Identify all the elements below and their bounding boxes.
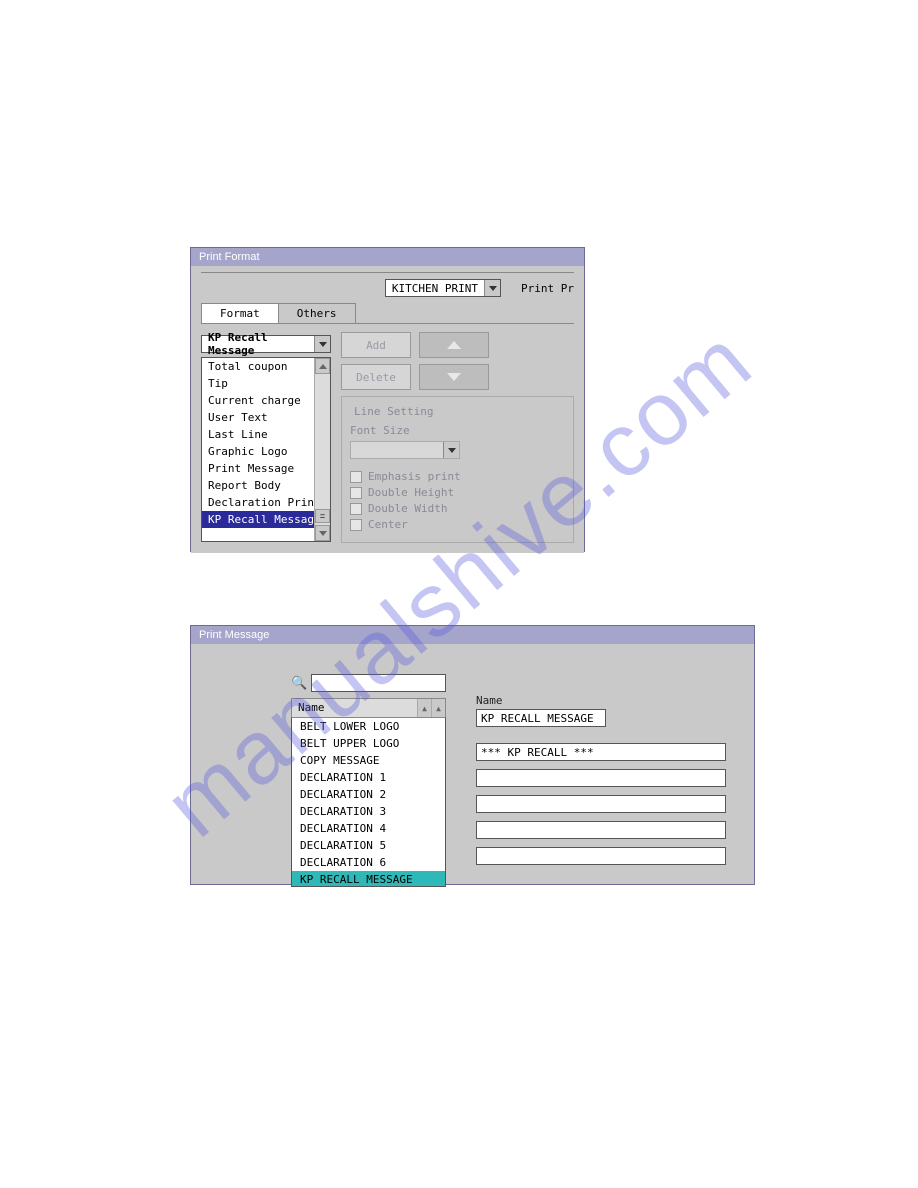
sort-asc-icon[interactable]: ▲	[417, 699, 431, 717]
print-message-title: Print Message	[199, 629, 269, 641]
chevron-down-icon[interactable]	[314, 336, 330, 352]
list-item[interactable]: Last Line	[202, 426, 314, 443]
list-item[interactable]: BELT UPPER LOGO	[292, 735, 445, 752]
delete-button[interactable]: Delete	[341, 364, 411, 390]
search-input[interactable]	[311, 674, 446, 692]
line-setting-group: Line Setting Font Size Emphasis print Do…	[341, 396, 574, 543]
kitchen-print-value: KITCHEN PRINT	[386, 280, 484, 296]
double-width-label: Double Width	[368, 502, 447, 515]
format-listbox: Total couponTipCurrent chargeUser TextLa…	[201, 357, 331, 542]
name-header-label: Name	[292, 699, 417, 717]
double-height-checkbox[interactable]	[350, 487, 362, 499]
message-line-4-input[interactable]	[476, 821, 726, 839]
print-preview-label: Print Pr	[521, 282, 574, 295]
list-item[interactable]: DECLARATION 5	[292, 837, 445, 854]
list-item[interactable]: User Text	[202, 409, 314, 426]
list-item[interactable]: Print Message	[202, 460, 314, 477]
scroll-up-icon[interactable]	[315, 358, 330, 374]
print-message-titlebar: Print Message	[191, 626, 754, 644]
list-item[interactable]: Graphic Logo	[202, 443, 314, 460]
format-item-combo[interactable]: KP Recall Message	[201, 335, 331, 353]
list-item[interactable]: DECLARATION 6	[292, 854, 445, 871]
name-field-label: Name	[476, 694, 744, 707]
line-setting-title: Line Setting	[350, 405, 437, 418]
list-item[interactable]: Declaration Print	[202, 494, 314, 511]
message-listbox: BELT LOWER LOGOBELT UPPER LOGOCOPY MESSA…	[291, 717, 446, 887]
center-label: Center	[368, 518, 408, 531]
list-item[interactable]: KP RECALL MESSAGE	[292, 871, 445, 887]
double-height-label: Double Height	[368, 486, 454, 499]
move-down-button[interactable]	[419, 364, 489, 390]
list-item[interactable]: DECLARATION 2	[292, 786, 445, 803]
font-size-combo[interactable]	[350, 441, 460, 459]
double-width-checkbox[interactable]	[350, 503, 362, 515]
list-item[interactable]: BELT LOWER LOGO	[292, 718, 445, 735]
name-column-header[interactable]: Name ▲ ▲	[291, 698, 446, 717]
list-item[interactable]: DECLARATION 3	[292, 803, 445, 820]
search-icon: 🔍	[291, 675, 307, 691]
list-item[interactable]: COPY MESSAGE	[292, 752, 445, 769]
scroll-down-icon[interactable]	[315, 525, 330, 541]
message-line-1-input[interactable]: *** KP RECALL ***	[476, 743, 726, 761]
kitchen-print-combo[interactable]: KITCHEN PRINT	[385, 279, 501, 297]
chevron-down-icon[interactable]	[443, 442, 459, 458]
list-item[interactable]: KP Recall Message	[202, 511, 314, 528]
list-item[interactable]: Tip	[202, 375, 314, 392]
emphasis-label: Emphasis print	[368, 470, 461, 483]
scrollbar[interactable]: =	[314, 358, 330, 541]
message-line-3-input[interactable]	[476, 795, 726, 813]
chevron-down-icon[interactable]	[484, 280, 500, 296]
list-item[interactable]: Total coupon	[202, 358, 314, 375]
tab-others[interactable]: Others	[278, 303, 356, 323]
list-item[interactable]: Report Body	[202, 477, 314, 494]
format-item-combo-value: KP Recall Message	[202, 336, 314, 352]
center-checkbox[interactable]	[350, 519, 362, 531]
print-format-window: Print Format KITCHEN PRINT Print Pr Form…	[190, 247, 585, 552]
move-up-button[interactable]	[419, 332, 489, 358]
print-message-window: Print Message 🔍 Name ▲ ▲ BELT LOWER LOGO…	[190, 625, 755, 885]
print-format-titlebar: Print Format	[191, 248, 584, 266]
list-item[interactable]: DECLARATION 4	[292, 820, 445, 837]
sort-desc-icon[interactable]: ▲	[431, 699, 445, 717]
name-input[interactable]: KP RECALL MESSAGE	[476, 709, 606, 727]
scroll-thumb[interactable]: =	[315, 509, 330, 523]
list-item[interactable]: Current charge	[202, 392, 314, 409]
font-size-label: Font Size	[350, 424, 565, 437]
tab-format[interactable]: Format	[201, 303, 279, 323]
message-line-2-input[interactable]	[476, 769, 726, 787]
emphasis-checkbox[interactable]	[350, 471, 362, 483]
add-button[interactable]: Add	[341, 332, 411, 358]
list-item[interactable]: DECLARATION 1	[292, 769, 445, 786]
print-format-title: Print Format	[199, 251, 260, 263]
message-line-5-input[interactable]	[476, 847, 726, 865]
